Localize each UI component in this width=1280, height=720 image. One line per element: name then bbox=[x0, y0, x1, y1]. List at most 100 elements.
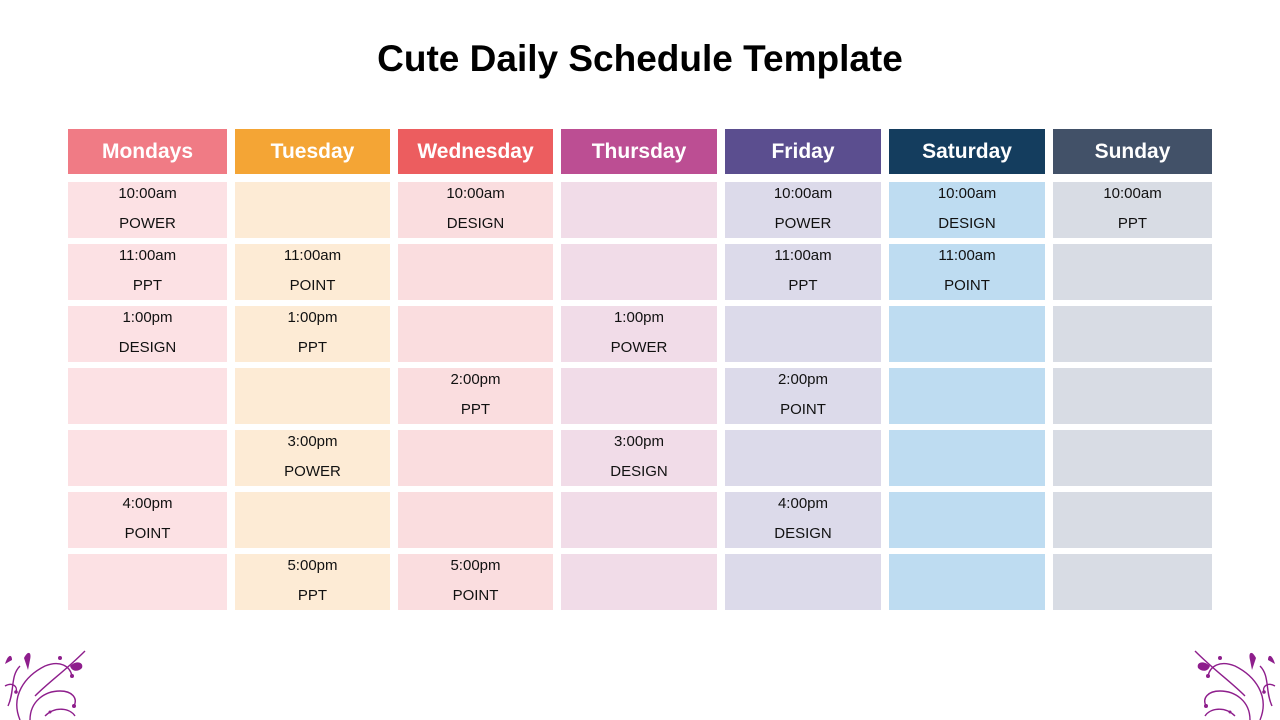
schedule-cell[interactable]: 10:00am POWER bbox=[68, 182, 227, 238]
schedule-cell[interactable] bbox=[561, 244, 717, 300]
slot-time: 5:00pm bbox=[287, 557, 338, 574]
day-header: Tuesday bbox=[235, 129, 390, 174]
slot-time: 11:00am bbox=[938, 247, 996, 264]
schedule-cell[interactable] bbox=[889, 430, 1045, 486]
slot-label: POINT bbox=[289, 277, 336, 294]
schedule-cell[interactable] bbox=[1053, 554, 1212, 610]
slot-time: 10:00am bbox=[1103, 185, 1162, 202]
day-column-friday: Friday 10:00am POWER 11:00am PPT 2:00pm POINT 4… bbox=[725, 129, 881, 616]
schedule-cell[interactable] bbox=[561, 554, 717, 610]
slot-label: DESIGN bbox=[938, 215, 996, 232]
slot-time: 11:00am bbox=[283, 247, 342, 264]
schedule-cell[interactable]: 1:00pm PPT bbox=[235, 306, 390, 362]
schedule-cell[interactable] bbox=[725, 430, 881, 486]
schedule-cell[interactable] bbox=[561, 368, 717, 424]
slot-label: POWER bbox=[610, 339, 668, 356]
schedule-cell[interactable] bbox=[561, 182, 717, 238]
schedule-cell[interactable] bbox=[889, 368, 1045, 424]
schedule-cell[interactable]: 5:00pm PPT bbox=[235, 554, 390, 610]
schedule-cell[interactable] bbox=[725, 306, 881, 362]
day-header: Mondays bbox=[68, 129, 227, 174]
schedule-cell[interactable] bbox=[235, 492, 390, 548]
slot-time: 10:00am bbox=[118, 185, 177, 202]
slot-time: 1:00pm bbox=[287, 309, 338, 326]
schedule-cell[interactable]: 1:00pm POWER bbox=[561, 306, 717, 362]
slot-label: POINT bbox=[780, 401, 826, 418]
schedule-cell[interactable] bbox=[398, 244, 553, 300]
schedule-cell[interactable] bbox=[889, 492, 1045, 548]
schedule-cell[interactable]: 3:00pm DESIGN bbox=[561, 430, 717, 486]
slot-time: 10:00am bbox=[937, 185, 997, 202]
slot-label: PPT bbox=[460, 401, 491, 418]
schedule-cell[interactable]: 11:00am POINT bbox=[889, 244, 1045, 300]
slot-time: 10:00am bbox=[773, 185, 833, 202]
slot-time: 2:00pm bbox=[450, 371, 501, 388]
schedule-cell[interactable]: 4:00pm DESIGN bbox=[725, 492, 881, 548]
day-column-wednesday: Wednesday 10:00am DESIGN 2:00pm PPT 5:00pm POI… bbox=[398, 129, 553, 616]
schedule-cell[interactable]: 11:00am POINT bbox=[235, 244, 390, 300]
slot-time: 1:00pm bbox=[122, 309, 173, 326]
slot-label: POINT bbox=[944, 277, 990, 294]
slot-label: POINT bbox=[452, 587, 499, 604]
schedule-cell[interactable] bbox=[398, 306, 553, 362]
schedule-cell[interactable] bbox=[235, 182, 390, 238]
slot-time: 2:00pm bbox=[777, 371, 829, 388]
slot-time: 4:00pm bbox=[777, 495, 829, 512]
schedule-cell[interactable]: 11:00am PPT bbox=[68, 244, 227, 300]
slot-label: POINT bbox=[124, 525, 171, 542]
schedule-cell[interactable] bbox=[398, 492, 553, 548]
schedule-cell[interactable]: 10:00am POWER bbox=[725, 182, 881, 238]
page-title: Cute Daily Schedule Template bbox=[377, 38, 903, 79]
slot-label: DESIGN bbox=[446, 215, 505, 232]
day-column-saturday: Saturday 10:00am DESIGN 11:00am POINT bbox=[889, 129, 1045, 616]
slot-time: 1:00pm bbox=[613, 309, 665, 326]
day-header: Thursday bbox=[561, 129, 717, 174]
slot-label: DESIGN bbox=[118, 339, 177, 356]
day-header: Friday bbox=[725, 129, 881, 174]
schedule-cell[interactable] bbox=[68, 430, 227, 486]
slot-label: DESIGN bbox=[774, 525, 832, 542]
slot-time: 3:00pm bbox=[287, 433, 338, 450]
day-header: Sunday bbox=[1053, 129, 1212, 174]
schedule-cell[interactable]: 2:00pm PPT bbox=[398, 368, 553, 424]
slot-label: PPT bbox=[788, 277, 818, 294]
schedule-cell[interactable] bbox=[725, 554, 881, 610]
slot-time: 10:00am bbox=[446, 185, 505, 202]
slot-label: POWER bbox=[119, 215, 176, 232]
slot-label: PPT bbox=[132, 277, 163, 294]
schedule-cell[interactable] bbox=[1053, 306, 1212, 362]
schedule-cell[interactable] bbox=[68, 554, 227, 610]
schedule-cell[interactable]: 5:00pm POINT bbox=[398, 554, 553, 610]
slot-time: 5:00pm bbox=[450, 557, 501, 574]
schedule-cell[interactable] bbox=[1053, 492, 1212, 548]
slot-label: POWER bbox=[774, 215, 832, 232]
schedule-cell[interactable] bbox=[398, 430, 553, 486]
schedule-cell[interactable]: 3:00pm POWER bbox=[235, 430, 390, 486]
day-header: Wednesday bbox=[398, 129, 553, 174]
schedule-cell[interactable] bbox=[889, 306, 1045, 362]
slot-time: 11:00am bbox=[774, 247, 832, 264]
schedule-cell[interactable]: 10:00am DESIGN bbox=[889, 182, 1045, 238]
schedule-cell[interactable]: 2:00pm POINT bbox=[725, 368, 881, 424]
schedule-cell[interactable] bbox=[889, 554, 1045, 610]
schedule-cell[interactable] bbox=[561, 492, 717, 548]
schedule-cell[interactable]: 4:00pm POINT bbox=[68, 492, 227, 548]
day-column-mondays: Mondays 10:00am POWER 11:00am PPT 1:00pm DESIG… bbox=[68, 129, 227, 616]
schedule-cell[interactable]: 10:00am DESIGN bbox=[398, 182, 553, 238]
schedule-cell[interactable]: 10:00am PPT bbox=[1053, 182, 1212, 238]
floral-ornament-right-icon bbox=[1194, 650, 1276, 720]
schedule-cell[interactable]: 11:00am PPT bbox=[725, 244, 881, 300]
slot-label: PPT bbox=[297, 587, 328, 604]
slot-time: 11:00am bbox=[118, 247, 177, 264]
schedule-grid: Mondays 10:00am POWER 11:00am PPT 1:00pm DESIG… bbox=[68, 129, 1212, 616]
day-column-sunday: Sunday 10:00am PPT bbox=[1053, 129, 1212, 616]
schedule-cell[interactable] bbox=[68, 368, 227, 424]
schedule-cell[interactable] bbox=[1053, 244, 1212, 300]
schedule-cell[interactable] bbox=[235, 368, 390, 424]
slot-time: 3:00pm bbox=[613, 433, 665, 450]
slot-label: POWER bbox=[284, 463, 341, 480]
schedule-cell[interactable] bbox=[1053, 368, 1212, 424]
schedule-cell[interactable] bbox=[1053, 430, 1212, 486]
schedule-cell[interactable]: 1:00pm DESIGN bbox=[68, 306, 227, 362]
slot-label: DESIGN bbox=[610, 463, 668, 480]
